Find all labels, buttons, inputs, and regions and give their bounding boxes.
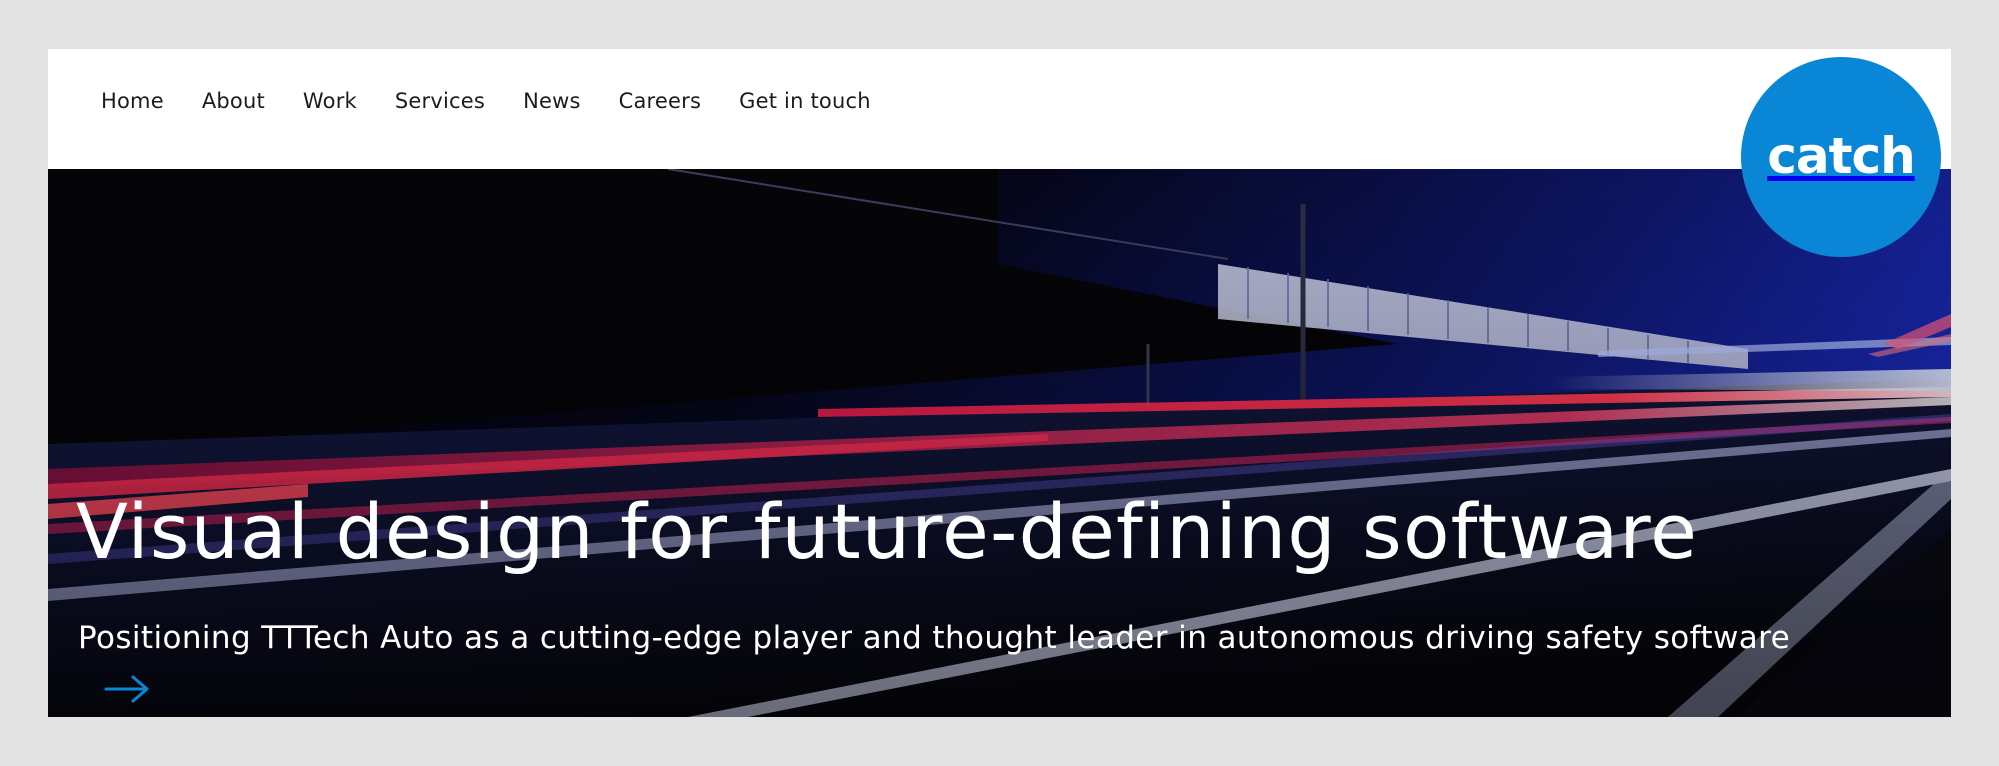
hero-banner[interactable]: Visual design for future-defining softwa… [48,169,1951,717]
nav-link-work[interactable]: Work [303,91,357,112]
nav-link-get-in-touch[interactable]: Get in touch [739,91,871,112]
nav-item-get-in-touch: Get in touch [739,91,871,112]
page-frame: Home About Work Services News Careers Ge… [48,49,1951,717]
nav-item-news: News [523,91,581,112]
arrow-right-icon[interactable] [104,674,150,704]
nav-list: Home About Work Services News Careers Ge… [101,91,871,112]
nav-item-work: Work [303,91,357,112]
nav-link-news[interactable]: News [523,91,581,112]
logo-text: catch [1767,127,1916,185]
nav-link-careers[interactable]: Careers [619,91,702,112]
hero-subline[interactable]: Positioning TTTech Auto as a cutting-edg… [78,612,1858,716]
nav-link-home[interactable]: Home [101,91,164,112]
nav-item-services: Services [395,91,485,112]
catch-logo[interactable]: catch [1741,57,1941,257]
nav-link-about[interactable]: About [202,91,265,112]
nav-item-about: About [202,91,265,112]
main-navigation: Home About Work Services News Careers Ge… [48,49,1951,169]
nav-item-careers: Careers [619,91,702,112]
hero-headline: Visual design for future-defining softwa… [76,487,1699,576]
nav-link-services[interactable]: Services [395,91,485,112]
nav-item-home: Home [101,91,164,112]
hero-subline-text: Positioning TTTech Auto as a cutting-edg… [78,620,1791,656]
